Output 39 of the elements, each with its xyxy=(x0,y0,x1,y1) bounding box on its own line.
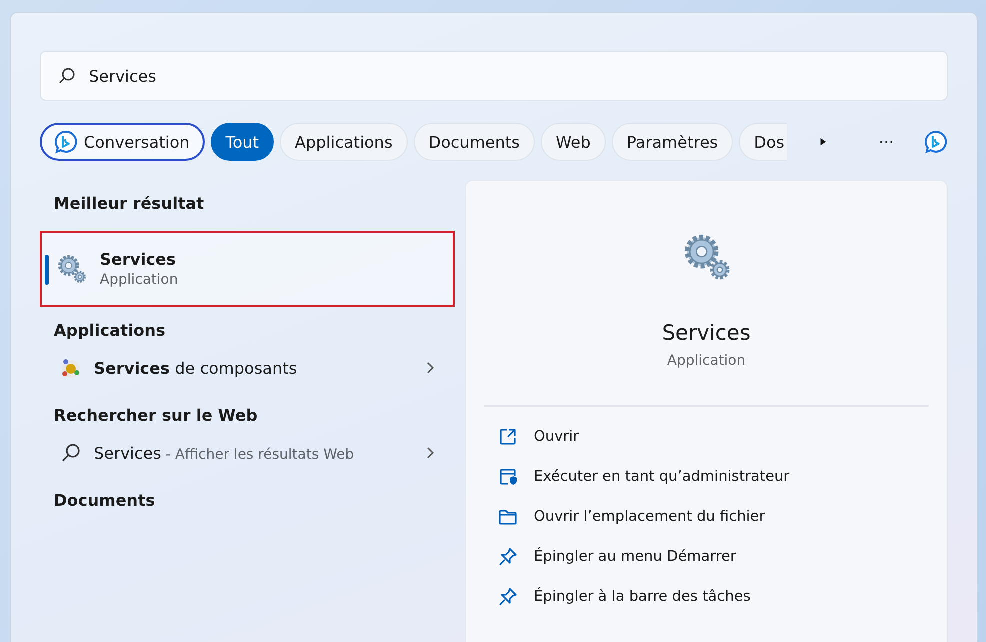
filter-tab[interactable]: Documents xyxy=(414,123,536,161)
external-link-icon xyxy=(498,427,518,447)
filter-tab[interactable]: Web xyxy=(541,123,606,161)
best-match-item[interactable]: Services Application xyxy=(40,231,455,307)
section-heading: Documents xyxy=(53,490,156,510)
web-result-item[interactable]: Services - Afficher les résultats Web xyxy=(40,429,455,477)
result-label: Services de composants xyxy=(94,358,298,378)
search-icon xyxy=(60,442,82,464)
chevron-right-icon xyxy=(425,361,435,375)
action-item[interactable]: Exécuter en tant qu’administrateur xyxy=(466,457,947,497)
action-item[interactable]: Ouvrir l’emplacement du fichier xyxy=(466,497,947,537)
filter-tab[interactable]: Paramètres xyxy=(612,123,734,161)
conversation-button[interactable]: Conversation xyxy=(40,123,205,161)
result-subtitle: Application xyxy=(100,272,178,288)
search-field[interactable]: Services xyxy=(40,51,948,101)
more-button[interactable]: ··· xyxy=(874,128,898,156)
action-item[interactable]: Épingler à la barre des tâches xyxy=(466,577,947,617)
preview-subtitle: Application xyxy=(667,353,746,369)
section-heading: Meilleur résultat xyxy=(53,193,206,213)
filter-tab[interactable]: Applications xyxy=(280,123,408,161)
selection-indicator xyxy=(45,255,49,285)
shield-window-icon xyxy=(498,467,518,487)
pin-icon xyxy=(498,587,518,607)
chevron-right-icon xyxy=(425,446,435,460)
section-heading: Applications xyxy=(53,320,167,340)
pin-icon xyxy=(498,547,518,567)
filter-tab[interactable]: Dos xyxy=(739,123,787,161)
chat-bubble-icon xyxy=(54,130,78,154)
preview-title: Services xyxy=(662,321,751,345)
section-heading: Rechercher sur le Web xyxy=(53,405,259,425)
app-result-item[interactable]: Services de composants xyxy=(40,344,455,392)
filter-tab[interactable]: Tout xyxy=(210,123,274,161)
gears-icon xyxy=(56,253,88,285)
result-label: Services - Afficher les résultats Web xyxy=(94,444,356,462)
action-item[interactable]: Épingler au menu Démarrer xyxy=(466,537,947,577)
action-item[interactable]: Ouvrir xyxy=(466,417,947,457)
result-title: Services xyxy=(100,250,178,269)
folder-icon xyxy=(498,507,518,527)
component-icon xyxy=(60,357,82,379)
